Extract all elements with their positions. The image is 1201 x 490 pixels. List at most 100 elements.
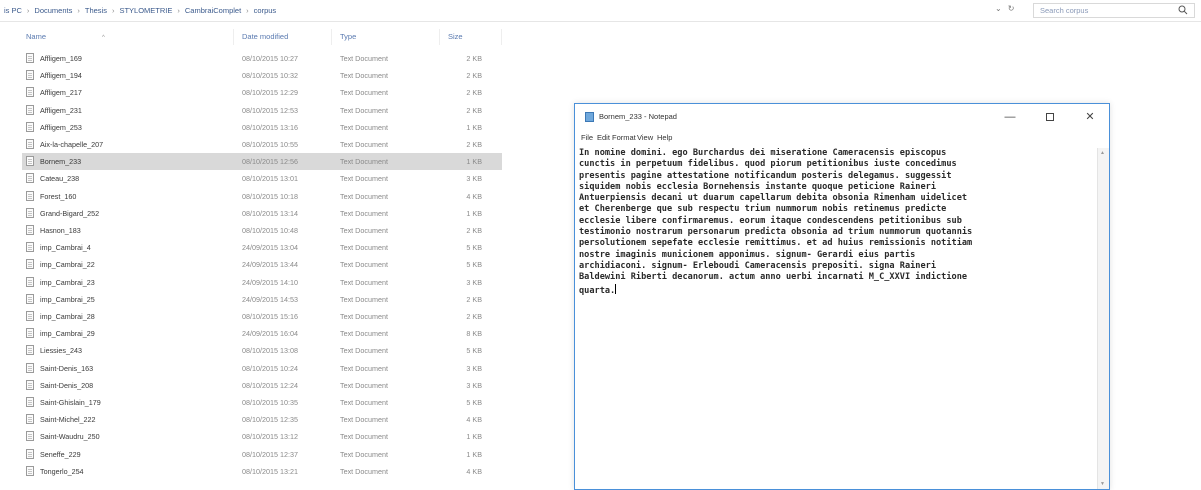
file-row[interactable]: imp_Cambrai_4 24/09/2015 13:04 Text Docume… — [22, 239, 502, 256]
file-date: 08/10/2015 10:32 — [242, 71, 298, 81]
file-size: 2 KB — [466, 140, 482, 149]
text-file-icon — [26, 104, 34, 115]
file-size: 1 KB — [466, 449, 482, 459]
file-date: 08/10/2015 13:16 — [242, 122, 298, 132]
text-line: presentis pagine attestatione notificand… — [579, 171, 1097, 182]
menu-help[interactable]: Help — [657, 130, 672, 146]
search-placeholder: Search corpus — [1040, 6, 1089, 15]
file-row[interactable]: Saint-Michel_222 08/10/2015 12:35 Text Doc… — [22, 411, 502, 428]
breadcrumb-separator: › — [177, 6, 180, 15]
file-row[interactable]: Saint-Waudru_250 08/10/2015 13:12 Text Doc… — [22, 428, 502, 445]
text-file-icon — [26, 448, 34, 459]
file-row[interactable]: Saint-Denis_163 08/10/2015 10:24 Text Docu… — [22, 360, 502, 377]
file-size: 8 KB — [466, 329, 482, 339]
file-row[interactable]: imp_Cambrai_25 24/09/2015 14:53 Text Docum… — [22, 291, 502, 308]
text-line-content: siquidem nobis ecclesia Bornehensis inst… — [579, 181, 936, 192]
file-row[interactable]: Affligem_253 08/10/2015 13:16 Text Documen… — [22, 119, 502, 136]
breadcrumb-separator: › — [77, 6, 80, 15]
close-button[interactable]: ✕ — [1075, 107, 1105, 127]
file-type: Text Document — [340, 432, 388, 442]
notepad-window[interactable]: Bornem_233 - Notepad — ✕ File Edit Format V… — [574, 103, 1110, 490]
file-date: 08/10/2015 10:48 — [242, 226, 298, 235]
text-file-icon — [26, 87, 34, 98]
text-file-icon — [26, 139, 34, 149]
notepad-icon — [585, 112, 594, 122]
file-row[interactable]: Cateau_238 08/10/2015 13:01 Text Document 3… — [22, 170, 502, 187]
refresh-icon[interactable]: ↻ — [1008, 4, 1015, 13]
file-date: 08/10/2015 10:55 — [242, 140, 298, 149]
text-line: archidiaconi. signum- Erleboudi Camerace… — [579, 261, 1097, 272]
breadcrumb-separator: › — [246, 6, 249, 15]
file-name: imp_Cambrai_28 — [40, 312, 95, 321]
notepad-titlebar[interactable]: Bornem_233 - Notepad — ✕ — [575, 104, 1109, 130]
breadcrumb-item[interactable]: CambraiComplet — [184, 6, 242, 15]
address-bar[interactable]: is PC › Documents › Thesis › STYLOMETRIE › Cambr… — [0, 0, 1201, 22]
file-size: 4 KB — [466, 191, 482, 201]
file-type: Text Document — [340, 277, 388, 287]
file-row[interactable]: Grand-Bigard_252 08/10/2015 13:14 Text Doc… — [22, 205, 502, 222]
file-date: 08/10/2015 13:08 — [242, 346, 298, 356]
vertical-scrollbar[interactable]: ▲ ▼ — [1097, 148, 1109, 489]
file-type: Text Document — [340, 88, 388, 98]
breadcrumb-item[interactable]: STYLOMETRIE — [118, 6, 173, 15]
column-header-type[interactable]: Type — [336, 29, 440, 45]
file-type: Text Document — [340, 54, 388, 63]
file-row[interactable]: Forest_160 08/10/2015 10:18 Text Document 4… — [22, 188, 502, 205]
sort-arrow-icon: ^ — [102, 35, 105, 41]
menu-format[interactable]: Format — [612, 130, 636, 146]
file-row[interactable]: imp_Cambrai_28 08/10/2015 15:16 Text Docum… — [22, 308, 502, 325]
column-header-date[interactable]: Date modified — [238, 29, 332, 45]
file-row[interactable]: Bornem_233 08/10/2015 12:56 Text Document 1… — [22, 153, 502, 171]
file-row[interactable]: Tongerlo_254 08/10/2015 13:21 Text Documen… — [22, 463, 502, 480]
menu-view[interactable]: View — [637, 130, 653, 146]
file-row[interactable]: imp_Cambrai_29 24/09/2015 16:04 Text Docum… — [22, 325, 502, 342]
text-file-icon — [26, 362, 34, 373]
file-row[interactable]: Affligem_231 08/10/2015 12:53 Text Documen… — [22, 102, 502, 119]
minimize-button[interactable]: — — [995, 107, 1025, 127]
file-row[interactable]: imp_Cambrai_23 24/09/2015 14:10 Text Docum… — [22, 274, 502, 291]
search-input[interactable]: Search corpus — [1033, 3, 1195, 18]
file-row[interactable]: Liessies_243 08/10/2015 13:08 Text Documen… — [22, 342, 502, 359]
file-type: Text Document — [340, 398, 388, 407]
menu-edit[interactable]: Edit — [597, 130, 610, 146]
chevron-down-icon[interactable]: ⌄ — [995, 4, 1002, 13]
file-row[interactable]: Affligem_217 08/10/2015 12:29 Text Documen… — [22, 84, 502, 101]
breadcrumb-item[interactable]: Documents — [33, 6, 73, 15]
file-size: 5 KB — [466, 346, 482, 356]
column-header-size[interactable]: Size — [444, 29, 502, 45]
file-name: Grand-Bigard_252 — [40, 208, 100, 218]
file-name: imp_Cambrai_29 — [40, 329, 95, 339]
notepad-text-area[interactable]: In nomine domini. ego Burchardus dei mis… — [579, 148, 1097, 489]
breadcrumb-item[interactable]: Thesis — [84, 6, 108, 15]
search-icon[interactable] — [1178, 5, 1188, 15]
text-file-icon — [26, 397, 34, 407]
file-row[interactable]: Saint-Denis_208 08/10/2015 12:24 Text Docu… — [22, 377, 502, 394]
breadcrumb-item[interactable]: is PC — [3, 6, 23, 15]
file-type: Text Document — [340, 329, 388, 339]
file-type: Text Document — [340, 226, 388, 235]
maximize-button[interactable] — [1035, 107, 1065, 127]
menu-file[interactable]: File — [581, 130, 593, 146]
file-row[interactable]: Aix-la-chapelle_207 08/10/2015 10:55 Text … — [22, 136, 502, 153]
scroll-up-icon[interactable]: ▲ — [1100, 150, 1105, 156]
file-size: 1 KB — [466, 157, 482, 167]
breadcrumb-item[interactable]: corpus — [253, 6, 278, 15]
file-name: Bornem_233 — [40, 157, 82, 167]
text-line-content: testimonio nostrarum personarum predicta… — [579, 227, 973, 238]
file-row[interactable]: Affligem_194 08/10/2015 10:32 Text Documen… — [22, 67, 502, 84]
file-row[interactable]: Affligem_169 08/10/2015 10:27 Text Documen… — [22, 50, 502, 67]
file-size: 4 KB — [466, 466, 482, 476]
file-size: 2 KB — [466, 88, 482, 98]
text-line: Baldewini Riberti decanorum. actum anno … — [579, 272, 1097, 283]
file-row[interactable]: Saint-Ghislain_179 08/10/2015 10:35 Text D… — [22, 394, 502, 411]
file-row[interactable]: imp_Cambrai_22 24/09/2015 13:44 Text Docum… — [22, 256, 502, 273]
scroll-down-icon[interactable]: ▼ — [1100, 481, 1105, 487]
file-size: 3 KB — [466, 363, 482, 373]
file-row[interactable]: Seneffe_229 08/10/2015 12:37 Text Document… — [22, 446, 502, 463]
file-size: 2 KB — [466, 312, 482, 321]
text-file-icon — [26, 225, 34, 235]
file-row[interactable]: Hasnon_183 08/10/2015 10:48 Text Document 2… — [22, 222, 502, 239]
file-date: 24/09/2015 14:53 — [242, 294, 298, 304]
maximize-icon — [1046, 113, 1054, 122]
column-header-name[interactable]: Name ^ — [22, 29, 234, 45]
